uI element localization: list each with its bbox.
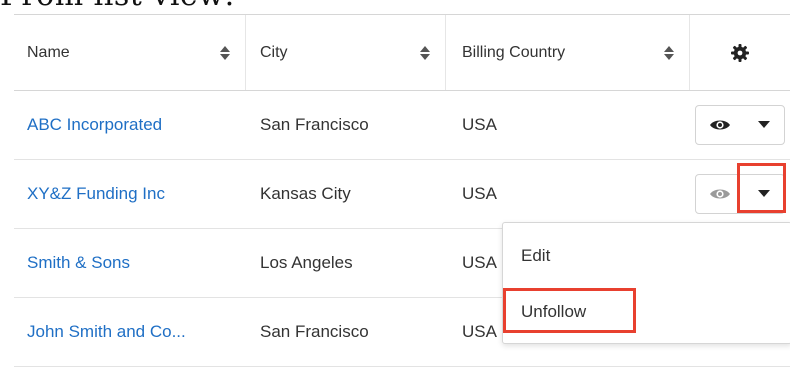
- city-cell: San Francisco: [260, 322, 369, 341]
- account-name-link[interactable]: John Smith and Co...: [27, 322, 186, 342]
- preview-button[interactable]: [696, 106, 744, 144]
- table-row: ABC Incorporated San Francisco USA: [14, 91, 790, 160]
- page-heading: From list view:: [0, 0, 235, 13]
- eye-icon: [710, 120, 730, 130]
- column-header-label: Name: [27, 43, 70, 61]
- menu-item-label: Edit: [521, 246, 551, 265]
- billing-country-cell: USA: [462, 253, 497, 272]
- caret-highlight: [737, 163, 786, 213]
- row-actions-dropdown-button[interactable]: [744, 106, 784, 144]
- unfollow-highlight: [503, 288, 636, 333]
- gear-icon[interactable]: [730, 43, 750, 63]
- billing-country-cell: USA: [462, 115, 497, 134]
- row-actions-group: [695, 105, 785, 145]
- city-cell: San Francisco: [260, 115, 369, 134]
- caret-down-icon: [758, 121, 770, 128]
- sort-icon: [664, 45, 674, 60]
- sort-icon: [420, 45, 430, 60]
- city-cell: Los Angeles: [260, 253, 353, 272]
- sort-icon: [220, 45, 230, 60]
- menu-item-edit[interactable]: Edit: [503, 231, 790, 281]
- billing-country-cell: USA: [462, 322, 497, 341]
- account-name-link[interactable]: ABC Incorporated: [27, 115, 162, 135]
- billing-country-cell: USA: [462, 184, 497, 203]
- column-header-name[interactable]: Name: [14, 15, 246, 90]
- city-cell: Kansas City: [260, 184, 351, 203]
- column-settings[interactable]: [690, 15, 790, 90]
- account-name-link[interactable]: Smith & Sons: [27, 253, 130, 273]
- table-row: XY&Z Funding Inc Kansas City USA: [14, 160, 790, 229]
- column-header-city[interactable]: City: [246, 15, 446, 90]
- column-header-label: Billing Country: [462, 43, 566, 61]
- eye-icon: [710, 189, 730, 199]
- column-header-label: City: [260, 43, 288, 61]
- column-header-billing-country[interactable]: Billing Country: [446, 15, 690, 90]
- table-header: Name City Billing Country: [14, 14, 790, 91]
- account-name-link[interactable]: XY&Z Funding Inc: [27, 184, 165, 204]
